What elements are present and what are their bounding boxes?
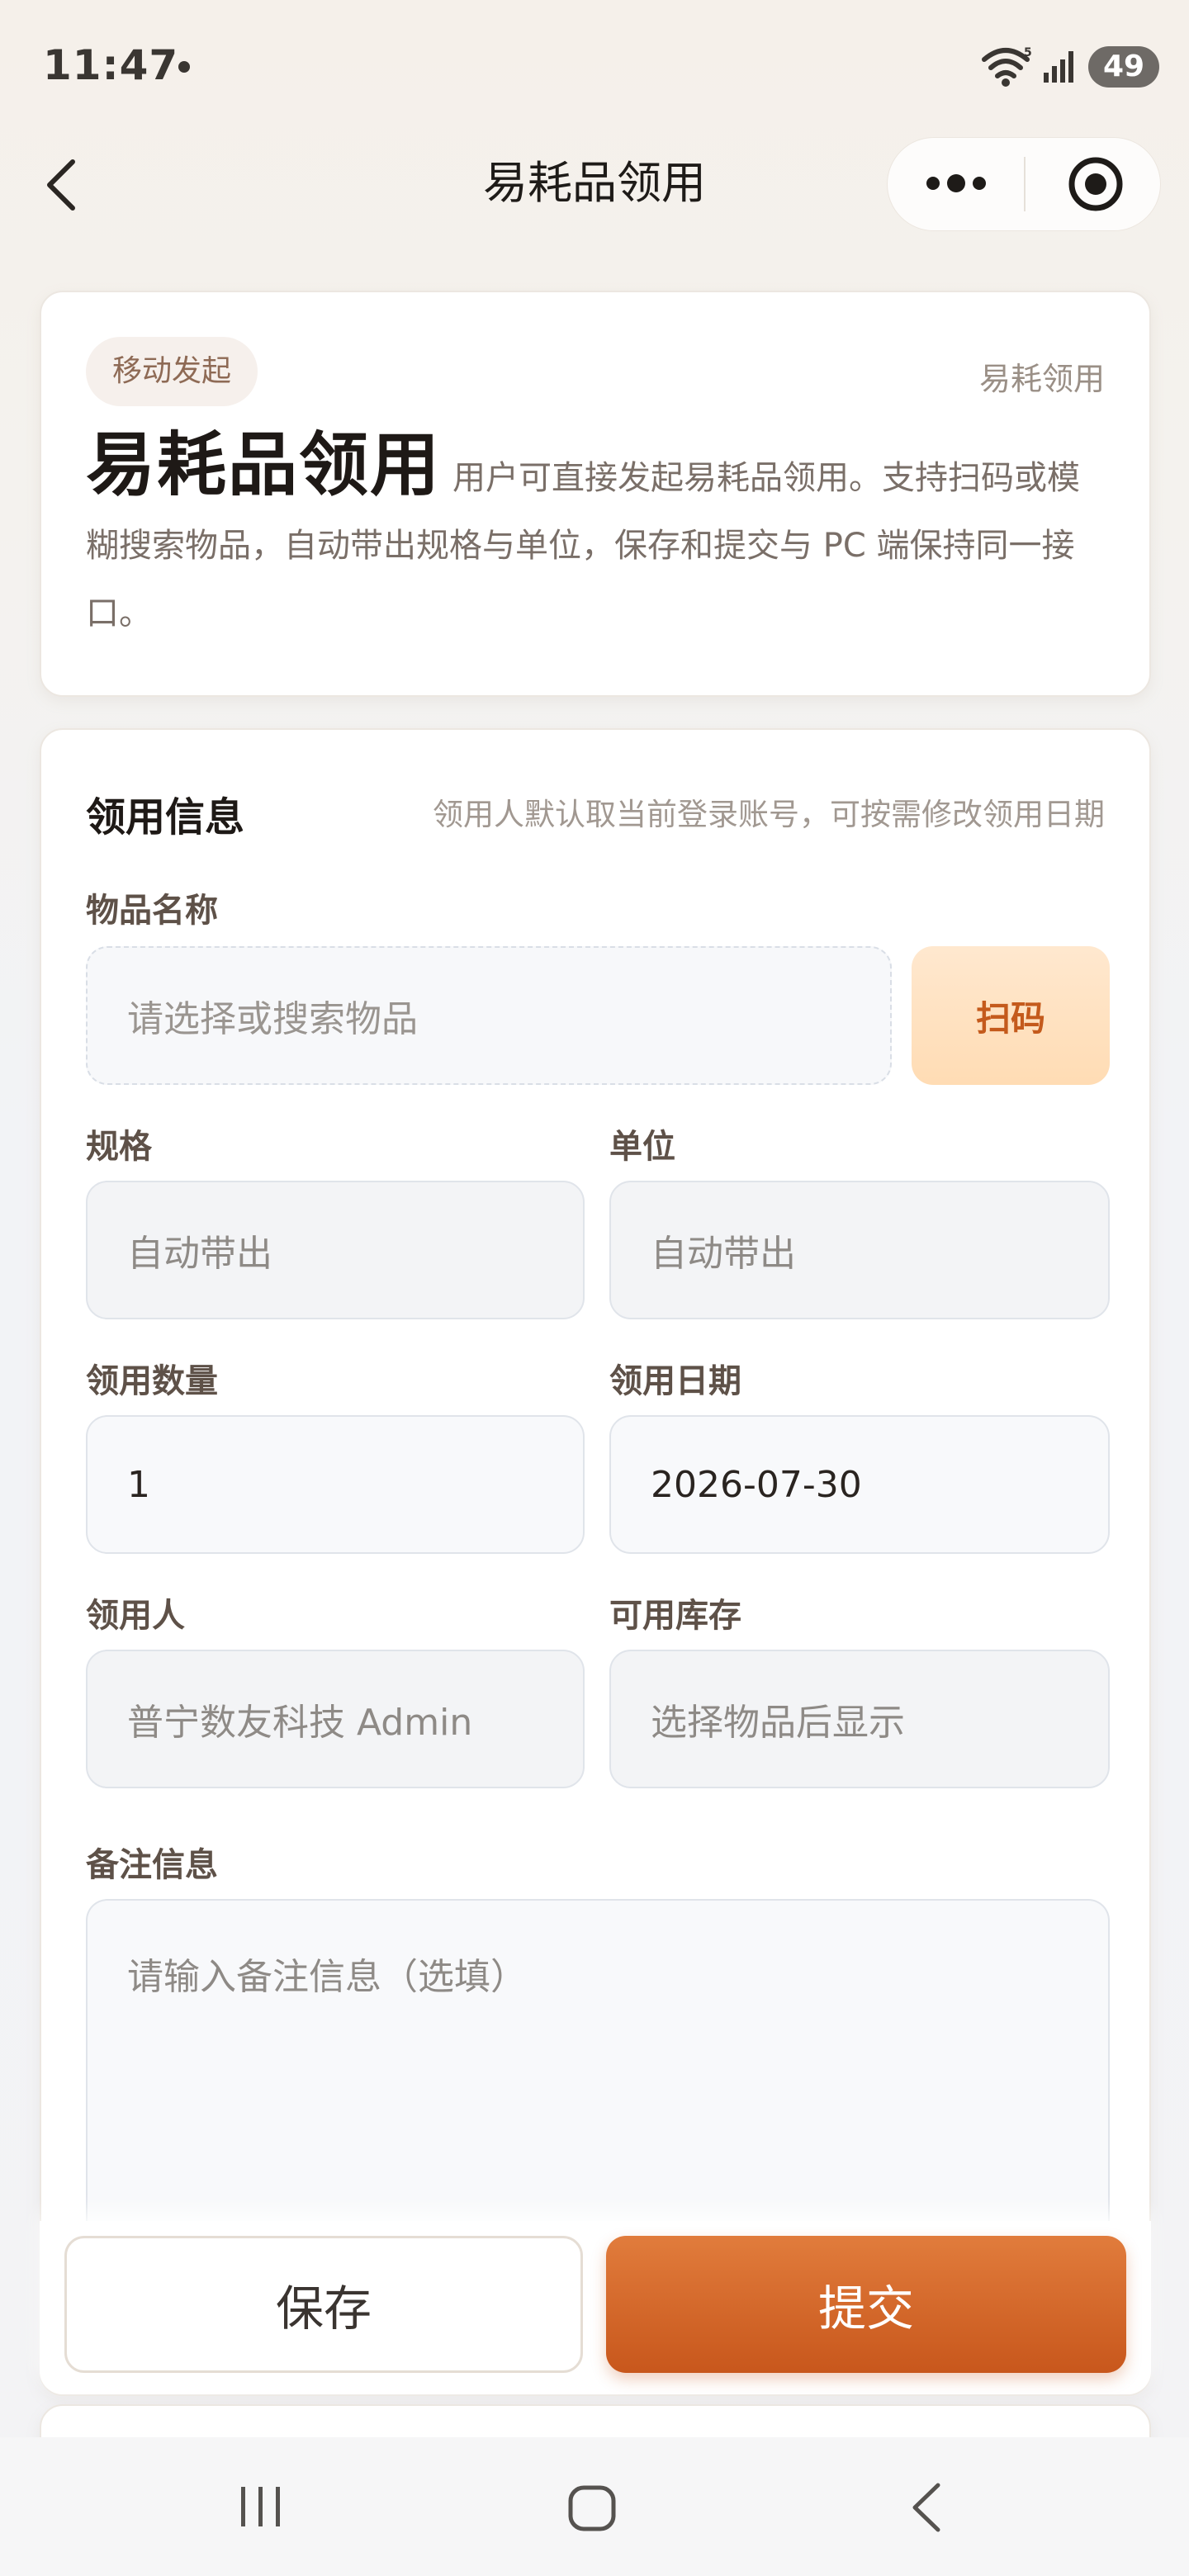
- stock-field: 选择物品后显示: [609, 1650, 1110, 1788]
- unit-label: 单位: [609, 1128, 675, 1166]
- source-tag: 移动发起: [86, 337, 258, 406]
- section-title: 领用信息: [86, 794, 245, 841]
- submit-button[interactable]: 提交: [606, 2236, 1126, 2373]
- receiver-field: 普宁数友科技 Admin: [86, 1650, 585, 1788]
- stock-label: 可用库存: [609, 1597, 741, 1635]
- spec-label: 规格: [86, 1128, 152, 1166]
- intro-title: 易耗品领用: [86, 424, 442, 505]
- wifi-icon: 5: [982, 46, 1032, 87]
- quantity-label: 领用数量: [86, 1362, 218, 1400]
- page-title: 易耗品领用: [483, 157, 706, 209]
- date-label: 领用日期: [609, 1362, 741, 1400]
- save-button[interactable]: 保存: [64, 2236, 583, 2373]
- chevron-left-icon[interactable]: [43, 157, 79, 213]
- status-bar: 11:47 5 49: [0, 0, 1189, 132]
- intro-card: 移动发起 易耗领用 易耗品领用 用户可直接发起易耗品领用。支持扫码或模糊搜索物品，…: [40, 291, 1151, 697]
- status-time: 11:47: [43, 41, 179, 89]
- date-picker[interactable]: 2026-07-30: [609, 1415, 1110, 1554]
- form-type-label: 易耗领用: [978, 361, 1105, 397]
- receive-info-card: 领用信息 领用人默认取当前登录账号，可按需修改领用日期 物品名称 请选择或搜索物…: [40, 728, 1151, 2396]
- intro-text: 易耗品领用 用户可直接发起易耗品领用。支持扫码或模糊搜索物品，自动带出规格与单位，…: [86, 430, 1110, 647]
- receiver-label: 领用人: [86, 1597, 185, 1635]
- quantity-input[interactable]: 1: [86, 1415, 585, 1554]
- battery-badge: 49: [1088, 46, 1159, 88]
- item-name-label: 物品名称: [86, 892, 218, 930]
- target-close-icon[interactable]: [1067, 155, 1125, 213]
- item-search-input[interactable]: 请选择或搜索物品: [86, 946, 892, 1085]
- signal-icon: [1044, 51, 1073, 83]
- spec-field: 自动带出: [86, 1181, 585, 1319]
- notification-dot: [178, 61, 190, 73]
- unit-field: 自动带出: [609, 1181, 1110, 1319]
- section-hint: 领用人默认取当前登录账号，可按需修改领用日期: [433, 797, 1105, 832]
- svg-text:5: 5: [1024, 46, 1032, 59]
- capsule-divider: [1024, 157, 1026, 211]
- more-dots-icon[interactable]: [925, 173, 988, 193]
- recents-icon[interactable]: [236, 2484, 286, 2530]
- system-back-icon[interactable]: [908, 2480, 945, 2535]
- scan-button[interactable]: 扫码: [912, 946, 1110, 1085]
- remark-label: 备注信息: [86, 1846, 218, 1884]
- home-icon[interactable]: [566, 2484, 618, 2533]
